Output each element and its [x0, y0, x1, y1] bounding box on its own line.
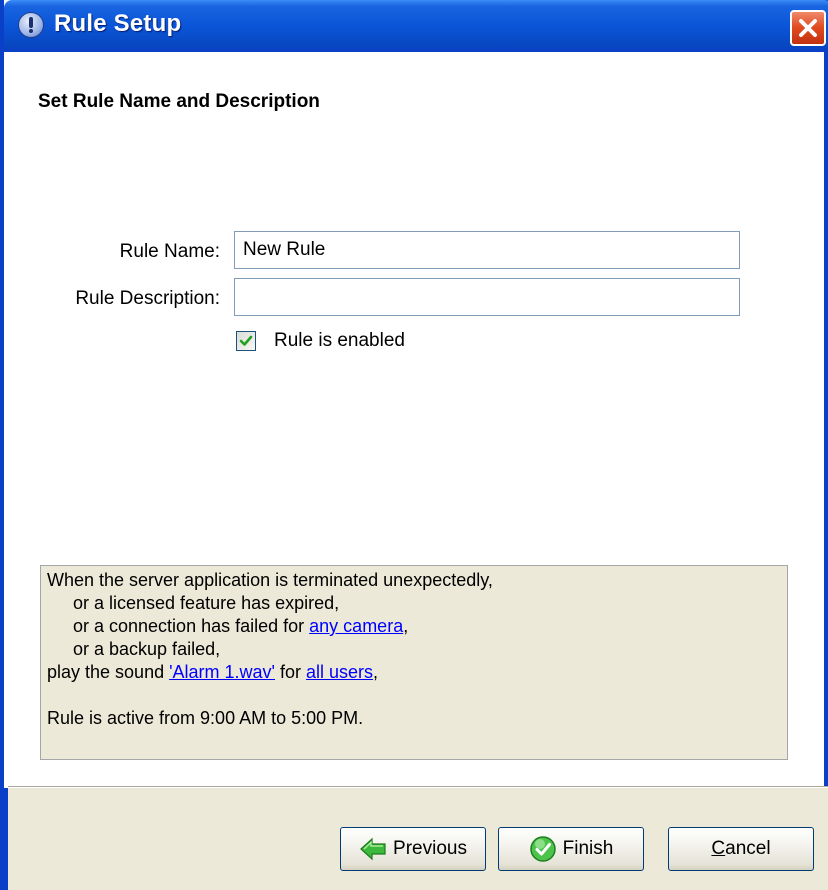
summary-text: or a connection has failed for: [73, 616, 310, 636]
rule-summary-panel: When the server application is terminate…: [40, 565, 788, 760]
rule-name-input[interactable]: [234, 231, 740, 269]
summary-text: for: [275, 662, 307, 682]
page-heading: Set Rule Name and Description: [38, 91, 320, 112]
clock-icon: [18, 12, 44, 38]
rule-description-input[interactable]: [234, 278, 740, 316]
checkmark-icon: [529, 835, 557, 863]
summary-line: When the server application is terminate…: [47, 570, 493, 590]
summary-line: or a backup failed,: [73, 639, 221, 659]
close-icon: [799, 19, 817, 37]
summary-blank-line: [47, 684, 781, 707]
summary-text: play the sound: [47, 662, 170, 682]
sound-file-link[interactable]: 'Alarm 1.wav': [169, 662, 275, 682]
window-title: Rule Setup: [54, 10, 182, 37]
rule-name-label: Rule Name:: [119, 241, 220, 262]
rule-enabled-label[interactable]: Rule is enabled: [274, 330, 405, 352]
any-camera-link[interactable]: any camera: [309, 616, 403, 636]
checkmark-icon: [239, 335, 253, 346]
close-button[interactable]: [790, 10, 826, 46]
summary-line: play the sound 'Alarm 1.wav' for all use…: [47, 661, 781, 684]
rule-description-label: Rule Description:: [75, 288, 220, 309]
left-arrow-icon: [359, 835, 387, 863]
summary-line: Rule is active from 9:00 AM to 5:00 PM.: [47, 708, 364, 728]
rule-setup-dialog: Rule Setup Set Rule Name and Description…: [0, 0, 828, 890]
finish-button[interactable]: Finish: [498, 827, 644, 871]
cancel-button[interactable]: Cancel: [668, 827, 814, 871]
rule-enabled-checkbox[interactable]: [236, 331, 256, 351]
all-users-link[interactable]: all users: [306, 662, 373, 682]
summary-line: or a connection has failed for any camer…: [47, 615, 781, 638]
summary-text: ,: [403, 616, 409, 636]
cancel-button-label: Cancel: [711, 838, 771, 859]
summary-line: or a licensed feature has expired,: [73, 593, 340, 613]
title-bar[interactable]: Rule Setup: [4, 0, 828, 52]
summary-text: ,: [373, 662, 379, 682]
previous-button[interactable]: Previous: [340, 827, 486, 871]
previous-button-label: Previous: [393, 838, 467, 859]
finish-button-label: Finish: [562, 838, 614, 859]
